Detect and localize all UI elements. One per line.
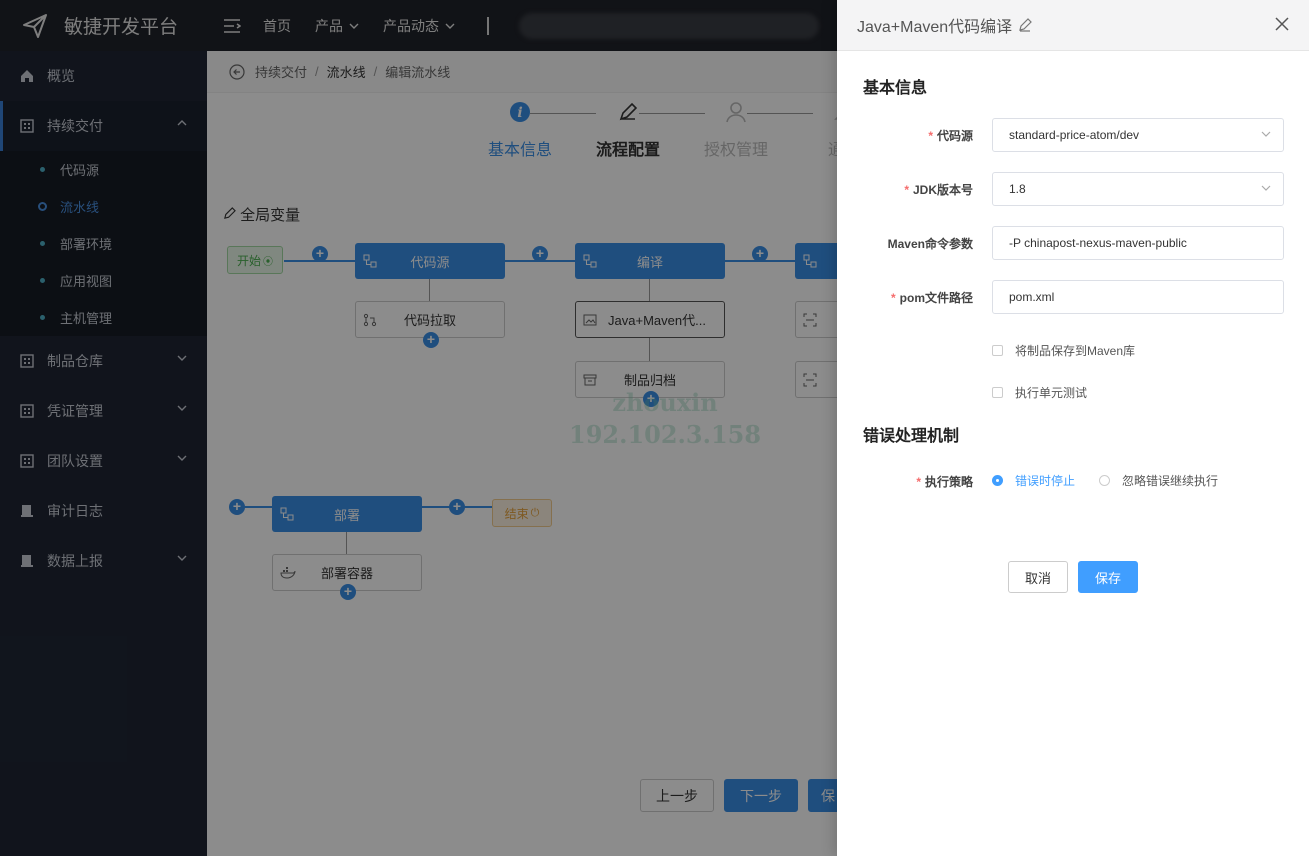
form-row-jdk: * JDK版本号 1.8 <box>837 172 1309 206</box>
chevron-down-icon <box>1261 131 1271 137</box>
field-label: * 执行策略 <box>916 473 973 490</box>
modal-overlay[interactable] <box>0 0 837 856</box>
radio-label: 错误时停止 <box>1015 474 1076 488</box>
field-label-text: pom文件路径 <box>899 291 973 305</box>
radio-label: 忽略错误继续执行 <box>1122 474 1219 488</box>
maven-args-input[interactable]: -P chinapost-nexus-maven-public <box>992 226 1284 260</box>
save-to-maven-checkbox[interactable]: 将制品保存到Maven库 <box>992 342 1135 359</box>
radio-stop-on-error[interactable]: 错误时停止 <box>992 472 1075 489</box>
field-label: * 代码源 <box>928 127 973 144</box>
field-label-text: Maven命令参数 <box>887 237 973 251</box>
select-value: standard-price-atom/dev <box>1009 128 1140 142</box>
strategy-radio-group: 错误时停止 忽略错误继续执行 <box>992 472 1242 489</box>
pom-path-input[interactable]: pom.xml <box>992 280 1284 314</box>
section-title-error: 错误处理机制 <box>863 428 960 445</box>
drawer-header: Java+Maven代码编译 <box>837 0 1309 51</box>
required-mark: * <box>928 129 933 143</box>
field-label-text: 代码源 <box>936 129 973 143</box>
field-label-text: JDK版本号 <box>912 183 973 197</box>
save-button[interactable]: 保存 <box>1078 561 1138 593</box>
required-mark: * <box>890 291 896 305</box>
drawer-title: Java+Maven代码编译 <box>857 19 1013 36</box>
form-row-pom: * pom文件路径 pom.xml <box>837 280 1309 314</box>
field-label: * pom文件路径 <box>891 289 973 306</box>
radio-circle[interactable] <box>1099 475 1111 486</box>
input-value: pom.xml <box>1009 290 1055 304</box>
form-row-maven-args: Maven命令参数 -P chinapost-nexus-maven-publi… <box>837 226 1309 260</box>
required-mark: * <box>904 183 909 197</box>
task-config-drawer: Java+Maven代码编译 基本信息 * 代码源 standard-price-… <box>837 0 1309 856</box>
checkbox-box[interactable] <box>992 345 1003 356</box>
radio-circle[interactable] <box>992 475 1003 486</box>
jdk-version-select[interactable]: 1.8 <box>992 172 1284 206</box>
edit-icon[interactable] <box>1018 18 1033 32</box>
field-label: * JDK版本号 <box>904 181 973 198</box>
form-row-code-source: * 代码源 standard-price-atom/dev <box>837 118 1309 152</box>
drawer-buttons: 取消 保存 <box>1008 561 1138 593</box>
section-title-basic: 基本信息 <box>863 80 928 97</box>
cancel-button[interactable]: 取消 <box>1008 561 1068 593</box>
chevron-down-icon <box>1261 185 1271 191</box>
field-label: Maven命令参数 <box>888 235 973 252</box>
field-label-text: 执行策略 <box>924 475 973 489</box>
close-icon[interactable] <box>1275 17 1289 31</box>
checkbox-box[interactable] <box>992 387 1003 398</box>
required-mark: * <box>916 475 921 489</box>
input-value: -P chinapost-nexus-maven-public <box>1009 236 1187 250</box>
code-source-select[interactable]: standard-price-atom/dev <box>992 118 1284 152</box>
checkbox-label: 将制品保存到Maven库 <box>1015 344 1136 358</box>
radio-ignore-error[interactable]: 忽略错误继续执行 <box>1099 472 1218 489</box>
select-value: 1.8 <box>1009 182 1026 196</box>
checkbox-label: 执行单元测试 <box>1015 386 1088 400</box>
unit-test-checkbox[interactable]: 执行单元测试 <box>992 384 1087 401</box>
